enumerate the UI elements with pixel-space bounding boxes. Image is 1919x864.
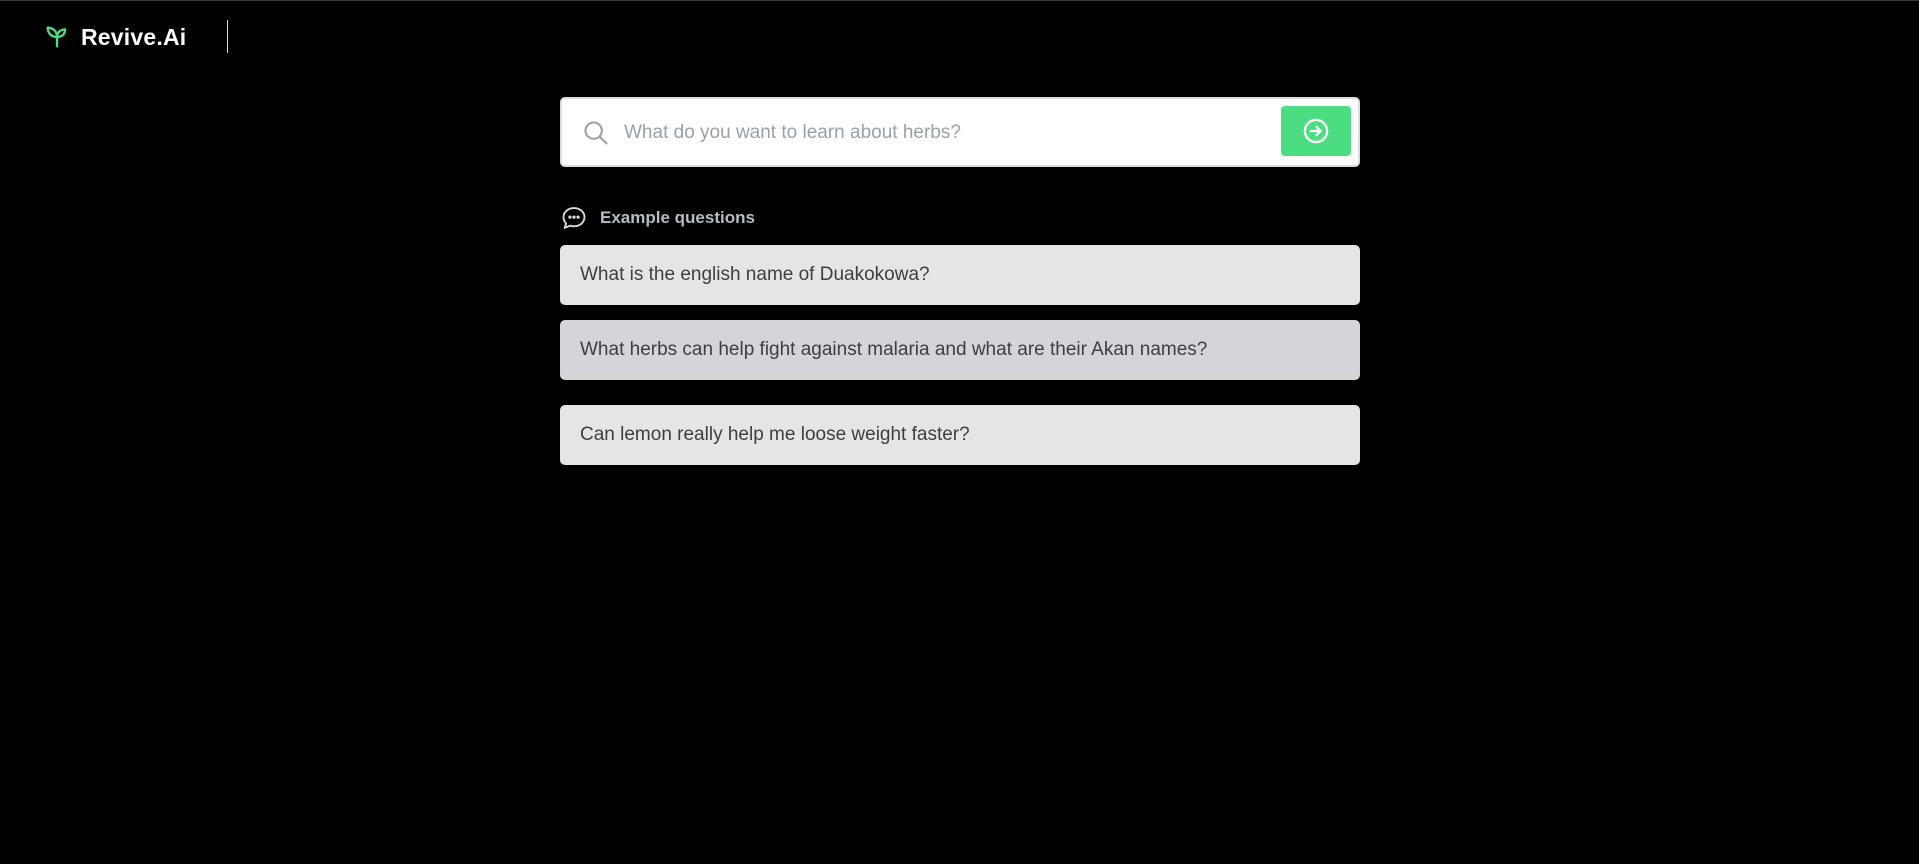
examples-title: Example questions xyxy=(600,208,755,227)
search-input[interactable] xyxy=(622,107,1326,159)
brand-name: Revive.Ai xyxy=(81,23,187,50)
search-icon xyxy=(584,121,608,145)
example-question[interactable]: What herbs can help fight against malari… xyxy=(560,320,1360,380)
header-divider xyxy=(227,20,228,53)
page: Revive.Ai What do you want to learn abou… xyxy=(0,0,1919,864)
example-question[interactable]: What is the english name of Duakokowa? xyxy=(560,245,1360,305)
brand[interactable]: Revive.Ai xyxy=(43,23,186,51)
example-question[interactable]: Can lemon really help me loose weight fa… xyxy=(560,405,1360,465)
top-bar: Revive.Ai xyxy=(0,1,1919,73)
submit-search-button[interactable] xyxy=(1281,106,1351,156)
arrow-right-circle-icon xyxy=(1303,118,1329,144)
examples-header: Example questions xyxy=(560,203,1360,233)
sprout-icon xyxy=(46,26,67,48)
chat-bubble-icon xyxy=(562,207,586,229)
main-content: Example questions What is the english na… xyxy=(560,97,1360,465)
search-box xyxy=(560,97,1360,167)
